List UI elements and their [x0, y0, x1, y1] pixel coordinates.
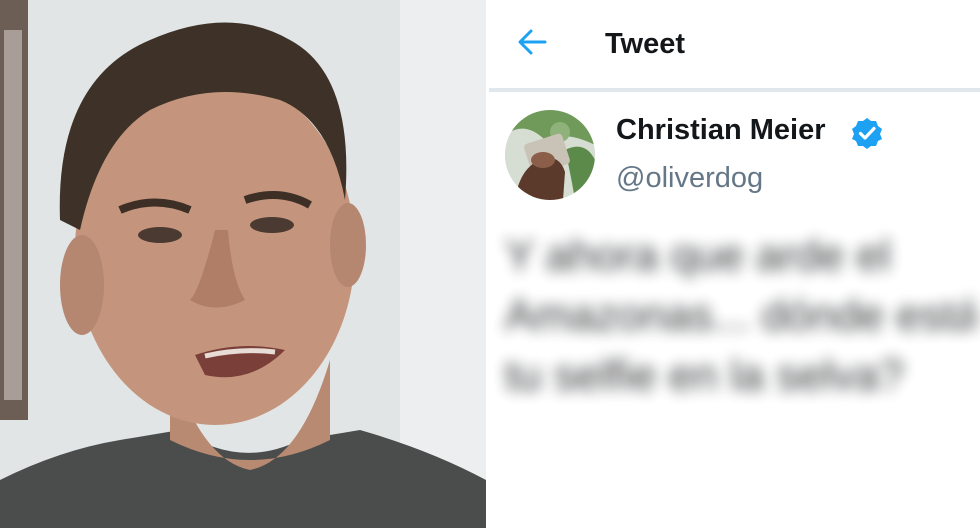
back-button[interactable]: [509, 24, 555, 64]
page-title: Tweet: [605, 28, 686, 60]
tweet-text: Y ahora que arde el Amazonas... dónde es…: [505, 226, 975, 406]
tweet-line: Y ahora que arde el: [505, 231, 891, 280]
portrait-photo: [0, 0, 486, 528]
tweet-panel: Tweet Christian Meier @oliverdog Y ahora…: [489, 0, 980, 528]
author-name[interactable]: Christian Meier: [616, 114, 826, 147]
tweet-header: Tweet: [489, 0, 980, 88]
arrow-left-icon: [517, 29, 547, 60]
verified-badge-icon: [851, 117, 883, 149]
composite-image: Tweet Christian Meier @oliverdog Y ahora…: [0, 0, 980, 528]
profile-avatar[interactable]: [505, 110, 595, 200]
tweet-line: tu selfie en la selva?: [505, 351, 904, 400]
author-handle[interactable]: @oliverdog: [616, 162, 763, 195]
tweet-line: Amazonas... dónde está: [505, 291, 975, 340]
header-divider: [489, 88, 980, 92]
